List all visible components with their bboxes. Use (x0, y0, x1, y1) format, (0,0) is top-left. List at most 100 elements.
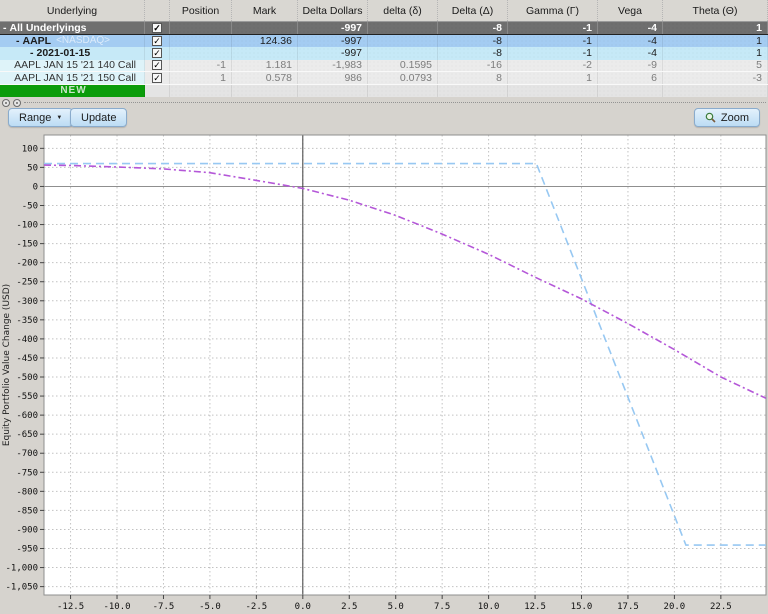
cell-position: -1 (170, 59, 232, 71)
cell-delta-dollars (298, 84, 368, 97)
svg-text:-450: -450 (16, 354, 38, 364)
cell-mark (232, 22, 298, 34)
range-button[interactable]: Range ▼ (8, 108, 74, 127)
cell-gamma: -1 (508, 22, 598, 34)
svg-text:-500: -500 (16, 373, 38, 383)
row-checkbox-cell (145, 84, 170, 97)
svg-text:100: 100 (22, 144, 38, 154)
svg-text:-7.5: -7.5 (153, 602, 175, 612)
collapse-minus-icon[interactable]: - (30, 47, 34, 59)
cell-delta-dollars: -997 (298, 22, 368, 34)
svg-text:-800: -800 (16, 487, 38, 497)
cell-delta-cap: -16 (438, 59, 508, 71)
cell-gamma: -1 (508, 47, 598, 60)
cell-delta-small: 0.1595 (368, 59, 438, 71)
cell-delta-small: 0.0793 (368, 72, 438, 84)
panel-dot-button-1[interactable] (2, 99, 10, 107)
new-position-badge[interactable]: NEW (0, 84, 145, 97)
svg-text:-1,000: -1,000 (5, 564, 38, 574)
svg-text:5.0: 5.0 (388, 602, 404, 612)
col-header-delta-cap[interactable]: Delta (Δ) (438, 0, 508, 21)
svg-text:15.0: 15.0 (571, 602, 593, 612)
cell-delta-dollars: -997 (298, 34, 368, 47)
risk-profile-chart: -12.5 -10.0 -7.5 -5.0 -2.5 0.0 2.5 5.0 7.5 10.0 12… (0, 130, 768, 614)
zoom-button[interactable]: Zoom (693, 108, 760, 127)
svg-text:22.5: 22.5 (710, 602, 732, 612)
col-header-position[interactable]: Position (170, 0, 232, 21)
update-button-label: Update (81, 111, 117, 124)
table-row-aapl[interactable]: - AAPL <NASDAQ> ✓ 124.36 -997 -8 -1 -4 1 (0, 34, 768, 47)
row-checkbox[interactable]: ✓ (152, 35, 162, 46)
svg-text:12.5: 12.5 (524, 602, 546, 612)
svg-text:-750: -750 (16, 468, 38, 478)
col-header-gamma[interactable]: Gamma (Γ) (508, 0, 598, 21)
table-row-expiration-date[interactable]: -2021-01-15 ✓ -997 -8 -1 -4 1 (0, 47, 768, 60)
cell-position (170, 22, 232, 34)
cell-position (170, 34, 232, 47)
svg-text:-400: -400 (16, 335, 38, 345)
svg-text:20.0: 20.0 (664, 602, 686, 612)
row-checkbox-cell: ✓ (145, 47, 170, 60)
table-row-150-call[interactable]: AAPL JAN 15 '21 150 Call ✓ 1 0.578 986 0… (0, 72, 768, 85)
svg-text:-12.5: -12.5 (57, 602, 84, 612)
row-checkbox-cell: ✓ (145, 34, 170, 47)
col-header-theta[interactable]: Theta (Θ) (663, 0, 768, 21)
col-header-underlying[interactable]: Underlying (0, 0, 145, 21)
cell-delta-small (368, 34, 438, 47)
cell-gamma: -2 (508, 59, 598, 71)
cell-vega (598, 84, 663, 97)
row-checkbox[interactable]: ✓ (152, 60, 162, 71)
cell-mark: 124.36 (232, 34, 298, 47)
cell-delta-dollars: -997 (298, 47, 368, 60)
col-header-mark[interactable]: Mark (232, 0, 298, 21)
cell-delta-cap (438, 84, 508, 97)
table-row-all-underlyings[interactable]: - All Underlyings ✓ -997 -8 -1 -4 1 (0, 22, 768, 35)
cell-mark (232, 47, 298, 60)
panel-resize-grip[interactable] (24, 102, 766, 103)
cell-vega: -4 (598, 22, 663, 34)
cell-delta-cap: 8 (438, 72, 508, 84)
cell-theta: 1 (663, 22, 768, 34)
cell-position (170, 47, 232, 60)
cell-vega: -9 (598, 59, 663, 71)
svg-text:-350: -350 (16, 316, 38, 326)
row-checkbox[interactable]: ✓ (152, 48, 162, 59)
svg-text:-650: -650 (16, 430, 38, 440)
svg-text:-850: -850 (16, 506, 38, 516)
panel-dot-button-2[interactable] (13, 99, 21, 107)
cell-theta: -3 (663, 72, 768, 84)
table-header-row: Underlying Position Mark Delta Dollars d… (0, 0, 768, 22)
cell-mark (232, 84, 298, 97)
collapse-minus-icon[interactable]: - (16, 35, 20, 47)
chart-plot-area[interactable]: -12.5 -10.0 -7.5 -5.0 -2.5 0.0 2.5 5.0 7.5 10.0 12… (0, 130, 768, 614)
magnifier-icon (705, 112, 716, 123)
table-row-new[interactable]: NEW (0, 84, 768, 97)
svg-text:50: 50 (27, 163, 38, 173)
range-button-label: Range (19, 111, 52, 124)
cell-theta: 5 (663, 59, 768, 71)
svg-text:-200: -200 (16, 259, 38, 269)
svg-text:-150: -150 (16, 240, 38, 250)
col-header-delta-small[interactable]: delta (δ) (368, 0, 438, 21)
cell-delta-cap: -8 (438, 47, 508, 60)
chart-toolbar: Range ▼ Update Zoom (0, 97, 768, 130)
cell-delta-cap: -8 (438, 34, 508, 47)
cell-gamma: 1 (508, 72, 598, 84)
row-checkbox[interactable]: ✓ (152, 22, 162, 33)
row-checkbox[interactable]: ✓ (152, 72, 162, 83)
col-header-delta-dollars[interactable]: Delta Dollars (298, 0, 368, 21)
col-header-vega[interactable]: Vega (598, 0, 663, 21)
row-label-all-underlyings: - All Underlyings (0, 22, 145, 34)
cell-theta (663, 84, 768, 97)
cell-vega: 6 (598, 72, 663, 84)
svg-text:-550: -550 (16, 392, 38, 402)
cell-delta-small (368, 47, 438, 60)
positions-table: Underlying Position Mark Delta Dollars d… (0, 0, 768, 97)
svg-text:-700: -700 (16, 449, 38, 459)
collapse-minus-icon[interactable]: - (3, 22, 7, 34)
svg-text:-5.0: -5.0 (199, 602, 221, 612)
cell-delta-small (368, 22, 438, 34)
svg-text:-950: -950 (16, 545, 38, 555)
update-button[interactable]: Update (70, 108, 128, 127)
table-row-140-call[interactable]: AAPL JAN 15 '21 140 Call ✓ -1 1.181 -1,9… (0, 59, 768, 72)
